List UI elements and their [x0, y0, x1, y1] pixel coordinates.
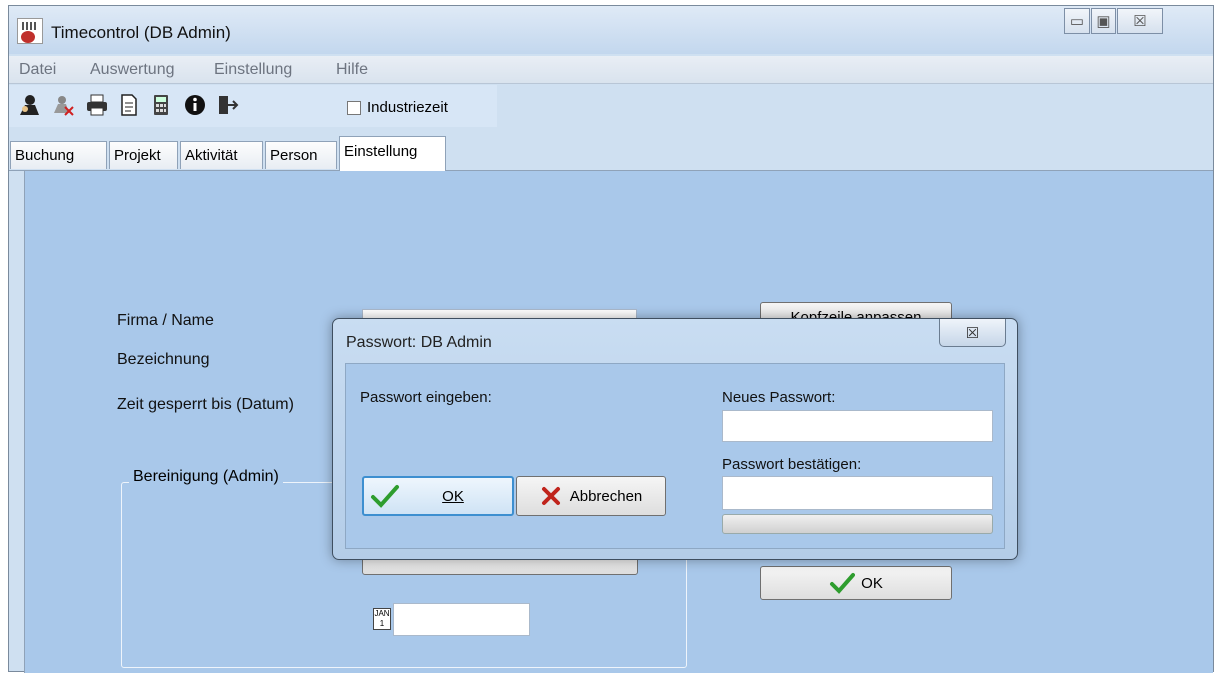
datum-input[interactable]	[393, 603, 530, 636]
title-bar[interactable]: Timecontrol (DB Admin) ▭ ▣ ☒	[9, 6, 1213, 54]
passwort-eingeben-label: Passwort eingeben:	[360, 389, 492, 406]
bereinigung-label: Bereinigung (Admin)	[129, 468, 283, 486]
passwort-bestaetigen-input[interactable]	[722, 476, 993, 510]
window-title: Timecontrol (DB Admin)	[51, 23, 231, 42]
menu-hilfe[interactable]: Hilfe	[336, 61, 368, 79]
user-delete-icon[interactable]	[51, 93, 75, 117]
dialog-close-button[interactable]: ☒	[939, 319, 1006, 347]
password-strength-bar	[722, 514, 993, 534]
tab-aktivitaet[interactable]: Aktivität	[180, 141, 263, 169]
passwort-bestaetigen-label: Passwort bestätigen:	[722, 456, 862, 473]
maximize-button[interactable]: ▣	[1091, 8, 1116, 34]
neues-passwort-input[interactable]	[722, 410, 993, 442]
dialog-body: Passwort eingeben: Neues Passwort: Passw…	[345, 363, 1005, 549]
check-icon	[371, 485, 399, 508]
tab-buchung[interactable]: Buchung	[10, 141, 107, 169]
zeit-gesperrt-label: Zeit gesperrt bis (Datum)	[117, 396, 294, 413]
dialog-ok-button[interactable]: OK	[362, 476, 514, 516]
dialog-cancel-button[interactable]: Abbrechen	[516, 476, 666, 516]
printer-icon[interactable]	[85, 93, 109, 117]
user-icon[interactable]	[17, 93, 41, 117]
settings-ok-button[interactable]: OK	[760, 566, 952, 600]
password-dialog: Passwort: DB Admin ☒ Passwort eingeben: …	[332, 318, 1018, 560]
info-icon[interactable]	[183, 93, 207, 117]
document-icon[interactable]	[117, 93, 141, 117]
check-icon	[830, 573, 856, 594]
checkbox-box[interactable]	[347, 100, 361, 115]
tab-person[interactable]: Person	[265, 141, 337, 169]
dialog-ok-label: OK	[442, 487, 464, 505]
menu-einstellung[interactable]: Einstellung	[214, 61, 292, 79]
calendar-icon[interactable]: JAN 1	[373, 608, 391, 630]
dialog-cancel-label: Abbrechen	[569, 487, 643, 505]
calculator-icon[interactable]	[149, 93, 173, 117]
close-button[interactable]: ☒	[1117, 8, 1163, 34]
minimize-button[interactable]: ▭	[1064, 8, 1090, 34]
checkbox-label: Industriezeit	[367, 99, 448, 116]
firma-label: Firma / Name	[117, 312, 214, 329]
bezeichnung-label: Bezeichnung	[117, 351, 210, 368]
menu-auswertung[interactable]: Auswertung	[90, 61, 175, 79]
settings-ok-label: OK	[861, 574, 883, 592]
dialog-title: Passwort: DB Admin	[346, 334, 492, 351]
exit-icon[interactable]	[215, 93, 239, 117]
cancel-x-icon	[541, 487, 560, 505]
tab-einstellung[interactable]: Einstellung	[339, 136, 446, 171]
menu-bar: Datei Auswertung Einstellung Hilfe	[9, 56, 1213, 84]
tab-projekt[interactable]: Projekt	[109, 141, 178, 169]
industriezeit-checkbox[interactable]: Industriezeit	[347, 99, 448, 116]
neues-passwort-label: Neues Passwort:	[722, 389, 836, 406]
app-icon	[17, 18, 43, 44]
menu-datei[interactable]: Datei	[19, 61, 56, 79]
toolbar: Industriezeit	[9, 85, 497, 127]
tab-bar: Buchung Projekt Aktivität Person Einstel…	[9, 136, 1213, 171]
